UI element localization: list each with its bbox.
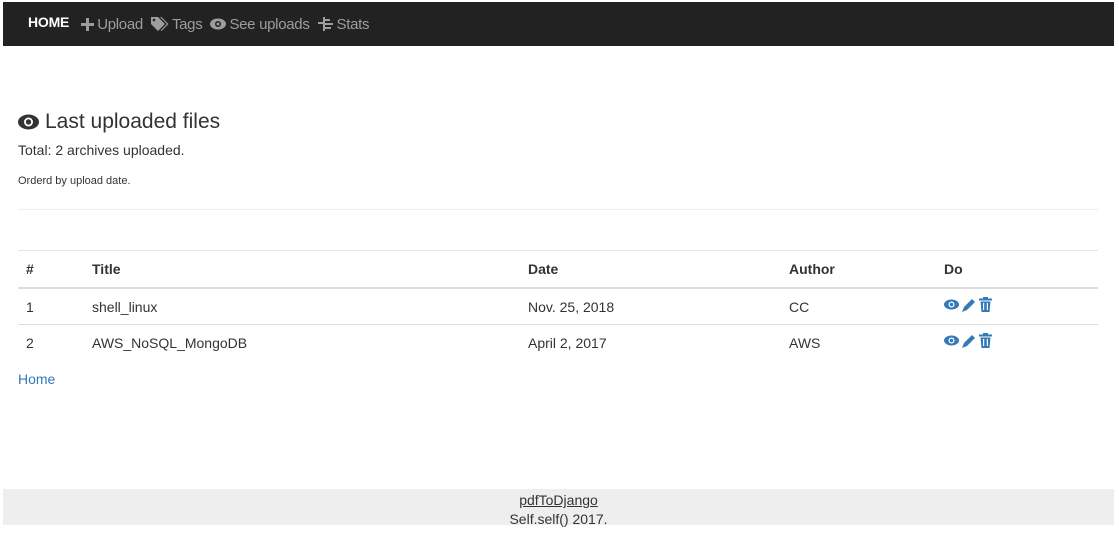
- home-brand-link[interactable]: HOME: [28, 14, 69, 30]
- edit-icon[interactable]: [962, 298, 976, 312]
- footer-copyright: Self.self() 2017.: [509, 511, 608, 527]
- total-count: Total: 2 archives uploaded.: [18, 142, 185, 158]
- table-row: 2 AWS_NoSQL_MongoDB April 2, 2017 AWS: [18, 325, 1098, 361]
- row-num: 1: [18, 288, 84, 325]
- table-header-row: # Title Date Author Do: [18, 250, 1098, 289]
- edit-icon[interactable]: [962, 334, 976, 348]
- delete-icon[interactable]: [979, 297, 992, 312]
- row-author: CC: [781, 288, 936, 325]
- order-note: Orderd by upload date.: [18, 175, 131, 187]
- nav-tags[interactable]: Tags: [150, 15, 203, 33]
- home-link[interactable]: Home: [18, 371, 55, 387]
- delete-icon[interactable]: [979, 333, 992, 348]
- nav-upload-label: Upload: [97, 15, 143, 33]
- header-author: Author: [781, 250, 936, 289]
- uploads-table: # Title Date Author Do 1 shell_linux Nov…: [18, 250, 1098, 360]
- row-title: shell_linux: [84, 288, 520, 325]
- row-title: AWS_NoSQL_MongoDB: [92, 334, 248, 351]
- eye-icon: [18, 114, 39, 130]
- row-date: Nov. 25, 2018: [520, 288, 781, 325]
- nav-see-uploads[interactable]: See uploads: [210, 15, 310, 33]
- view-icon[interactable]: [944, 299, 959, 310]
- footer-link[interactable]: pdfToDjango: [3, 492, 1114, 508]
- view-icon[interactable]: [944, 335, 959, 346]
- nav-upload[interactable]: Upload: [81, 16, 143, 33]
- header-date: Date: [520, 250, 781, 289]
- table-row: 1 shell_linux Nov. 25, 2018 CC: [18, 288, 1098, 325]
- nav-stats[interactable]: Stats: [317, 15, 370, 33]
- stats-icon: [317, 17, 333, 31]
- tags-icon: [150, 17, 169, 31]
- header-title: Title: [84, 250, 520, 289]
- page-title-text: Last uploaded files: [45, 110, 221, 133]
- nav-tags-label: Tags: [171, 15, 203, 33]
- plus-icon: [81, 17, 95, 31]
- nav-stats-label: Stats: [336, 15, 370, 33]
- row-date: April 2, 2017: [528, 334, 607, 351]
- nav-see-uploads-label: See uploads: [229, 15, 310, 33]
- header-num: #: [18, 250, 84, 289]
- row-author: AWS: [789, 334, 821, 351]
- footer: pdfToDjango Self.self() 2017.: [3, 489, 1114, 527]
- page-title: Last uploaded files: [18, 110, 220, 134]
- header-do: Do: [936, 250, 1098, 289]
- divider: [18, 209, 1098, 210]
- eye-icon: [210, 18, 227, 30]
- row-actions: [936, 325, 1098, 361]
- row-actions: [936, 288, 1098, 325]
- navbar: HOME Upload Tags See uploads Stats: [3, 2, 1114, 46]
- row-num: 2: [26, 334, 34, 351]
